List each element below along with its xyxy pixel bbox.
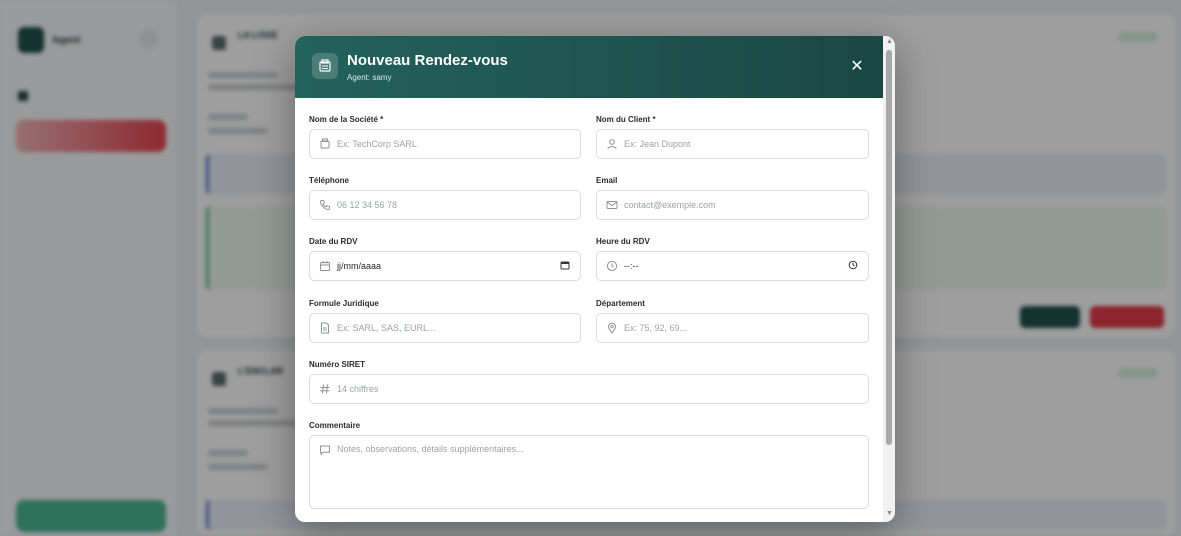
time-field[interactable]: --:-- (596, 251, 869, 281)
close-icon[interactable]: ✕ (848, 58, 866, 76)
siret-label: Numéro SIRET (309, 360, 366, 369)
building-icon (319, 138, 331, 150)
comment-placeholder: Notes, observations, détails supplémenta… (337, 444, 524, 454)
scrollbar-thumb[interactable] (886, 50, 892, 445)
scroll-down-arrow-icon[interactable]: ▼ (886, 510, 893, 517)
building-icon (312, 53, 338, 79)
comment-label: Commentaire (309, 421, 361, 430)
email-label: Email (596, 176, 618, 185)
document-icon (319, 322, 331, 334)
legal-form-placeholder: Ex: SARL, SAS, EURL... (337, 323, 436, 333)
email-placeholder: contact@exemple.com (624, 200, 716, 210)
legal-form-label: Formule Juridique (309, 299, 379, 308)
calendar-icon (319, 260, 331, 272)
date-label: Date du RDV (309, 237, 358, 246)
company-name-field[interactable]: Ex: TechCorp SARL (309, 129, 581, 159)
clock-icon (606, 260, 618, 272)
department-placeholder: Ex: 75, 92, 69... (624, 323, 688, 333)
scroll-up-arrow-icon[interactable]: ▲ (886, 38, 893, 45)
hash-icon (319, 383, 331, 395)
legal-form-field[interactable]: Ex: SARL, SAS, EURL... (309, 313, 581, 343)
user-icon (606, 138, 618, 150)
department-label: Département (596, 299, 645, 308)
client-name-field[interactable]: Ex: Jean Dupont (596, 129, 869, 159)
client-name-placeholder: Ex: Jean Dupont (624, 139, 691, 149)
calendar-picker-icon[interactable] (560, 260, 570, 273)
phone-field[interactable]: 06 12 34 56 78 (309, 190, 581, 220)
modal-header: Nouveau Rendez-vous Agent: samy ✕ (295, 36, 883, 98)
modal-title: Nouveau Rendez-vous (347, 52, 508, 69)
mail-icon (606, 199, 618, 211)
siret-field[interactable]: 14 chiffres (309, 374, 869, 404)
time-value: --:-- (624, 261, 639, 271)
modal-agent: Agent: samy (347, 73, 392, 82)
location-pin-icon (606, 322, 618, 334)
new-appointment-modal: Nouveau Rendez-vous Agent: samy ✕ ▲ ▼ No… (295, 36, 895, 522)
phone-placeholder: 06 12 34 56 78 (337, 200, 398, 210)
phone-label: Téléphone (309, 176, 350, 185)
company-name-label: Nom de la Société * (309, 115, 384, 124)
time-picker-icon[interactable] (848, 260, 858, 273)
client-name-label: Nom du Client * (596, 115, 656, 124)
comment-icon (319, 444, 331, 456)
date-value: jj/mm/aaaa (337, 261, 382, 271)
department-field[interactable]: Ex: 75, 92, 69... (596, 313, 869, 343)
email-field[interactable]: contact@exemple.com (596, 190, 869, 220)
siret-placeholder: 14 chiffres (337, 384, 379, 394)
date-field[interactable]: jj/mm/aaaa (309, 251, 581, 281)
comment-textarea[interactable]: Notes, observations, détails supplémenta… (309, 435, 869, 509)
time-label: Heure du RDV (596, 237, 650, 246)
phone-icon (319, 199, 331, 211)
company-name-placeholder: Ex: TechCorp SARL (337, 139, 417, 149)
